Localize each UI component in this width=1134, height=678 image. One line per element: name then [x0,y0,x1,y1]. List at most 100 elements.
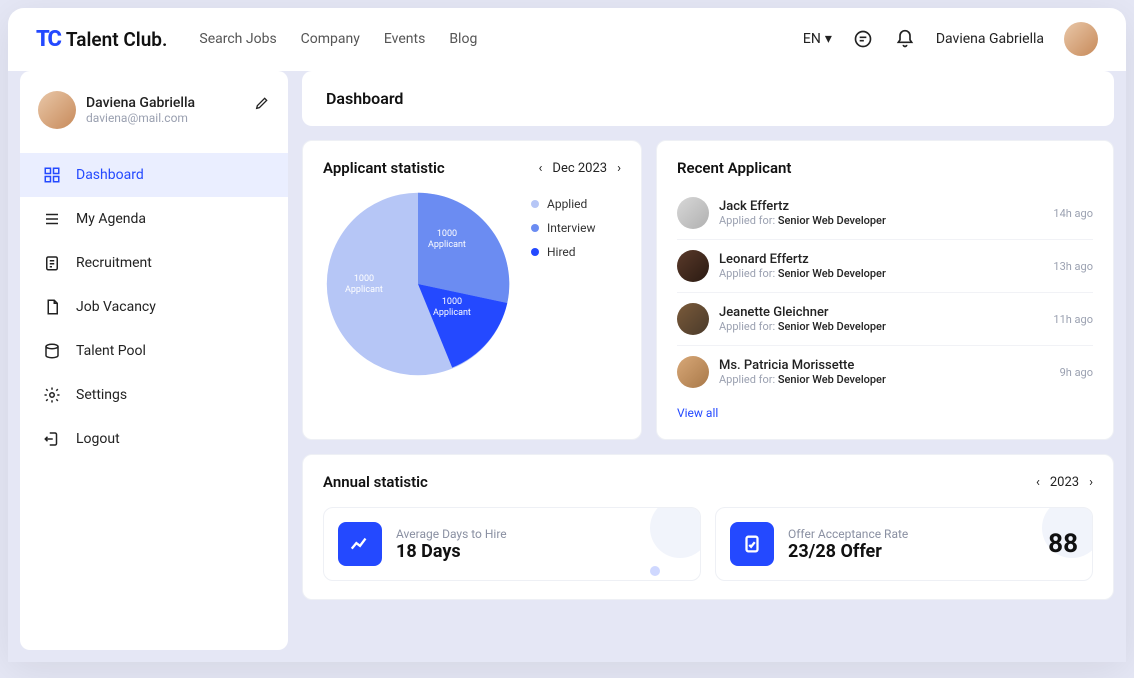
sidebar-item-label: Logout [76,431,120,447]
chevron-right-icon[interactable]: › [617,161,621,176]
header-avatar[interactable] [1064,22,1098,56]
page-title: Dashboard [302,71,1114,126]
clipboard-check-icon [730,522,774,566]
nav-blog[interactable]: Blog [449,31,477,47]
applicant-name: Jeanette Gleichner [719,305,886,320]
applicant-avatar [677,356,709,388]
sidebar-item-agenda[interactable]: My Agenda [20,197,288,241]
applied-for-label: Applied for: [719,320,778,333]
pie-hired-word: Applicant [433,308,471,319]
sidebar-item-logout[interactable]: Logout [20,417,288,461]
metric-label: Offer Acceptance Rate [788,527,908,541]
applicant-time: 9h ago [1060,366,1093,379]
applicant-avatar [677,303,709,335]
top-navigation: Search Jobs Company Events Blog [199,31,477,47]
recent-item[interactable]: Jeanette Gleichner Applied for: Senior W… [677,293,1093,346]
gear-icon [42,385,62,405]
recent-item[interactable]: Ms. Patricia Morissette Applied for: Sen… [677,346,1093,398]
recent-title: Recent Applicant [677,159,1093,177]
legend-applied: Applied [547,197,587,211]
chevron-down-icon: ▾ [825,31,832,47]
nav-search-jobs[interactable]: Search Jobs [199,31,276,47]
pie-interview-word: Applicant [428,240,466,251]
applied-for-label: Applied for: [719,267,778,280]
metric-big-number: 88 [1048,529,1078,559]
nav-events[interactable]: Events [384,31,425,47]
main-content: Dashboard Applicant statistic ‹ Dec 2023… [302,71,1114,650]
applicant-name: Leonard Effertz [719,252,886,267]
applicant-avatar [677,250,709,282]
clipboard-icon [42,253,62,273]
recent-applicant-list: Jack Effertz Applied for: Senior Web Dev… [677,187,1093,398]
sidebar-item-label: Talent Pool [76,343,146,359]
brand-name: Talent Club. [66,28,168,51]
bell-icon[interactable] [894,28,916,50]
chevron-left-icon[interactable]: ‹ [539,161,543,176]
period-label: Dec 2023 [552,161,607,176]
profile-email: daviena@mail.com [86,111,195,125]
sidebar-item-label: Settings [76,387,127,403]
sidebar-item-label: Recruitment [76,255,152,271]
trend-icon [338,522,382,566]
period-navigator: ‹ Dec 2023 › [539,161,622,176]
chat-icon[interactable] [852,28,874,50]
year-label: 2023 [1050,475,1079,490]
sidebar-item-dashboard[interactable]: Dashboard [20,153,288,197]
grid-icon [42,165,62,185]
applicant-time: 13h ago [1053,260,1093,273]
sidebar-profile: Daviena Gabriella daviena@mail.com [20,85,288,147]
sidebar-nav: Dashboard My Agenda Recruitment Job Vaca… [20,153,288,461]
pie-hired-count: 1000 [433,297,471,308]
database-icon [42,341,62,361]
sidebar-item-settings[interactable]: Settings [20,373,288,417]
year-navigator: ‹ 2023 › [1036,475,1093,490]
applicant-avatar [677,197,709,229]
sidebar-item-recruitment[interactable]: Recruitment [20,241,288,285]
legend-dot-interview [531,224,539,232]
legend-dot-applied [531,200,539,208]
profile-name: Daviena Gabriella [86,95,195,111]
applied-for-label: Applied for: [719,214,778,227]
chevron-right-icon[interactable]: › [1089,475,1093,490]
pie-interview-count: 1000 [428,229,466,240]
applicant-position: Senior Web Developer [778,320,886,333]
sidebar-item-job-vacancy[interactable]: Job Vacancy [20,285,288,329]
sidebar: Daviena Gabriella daviena@mail.com Dashb… [20,71,288,650]
applicant-position: Senior Web Developer [778,373,886,386]
pie-applied-word: Applicant [345,285,383,296]
edit-profile-icon[interactable] [254,95,270,111]
logo-mark-icon: TC [36,27,60,52]
brand-logo[interactable]: TC Talent Club. [36,27,167,52]
sidebar-item-label: My Agenda [76,211,146,227]
pie-applied-count: 1000 [345,274,383,285]
language-label: EN [803,31,821,47]
language-selector[interactable]: EN ▾ [803,31,832,47]
applicant-position: Senior Web Developer [778,267,886,280]
list-icon [42,209,62,229]
applicant-name: Jack Effertz [719,199,886,214]
decoration-circle [650,507,701,558]
nav-company[interactable]: Company [301,31,360,47]
metric-value: 18 Days [396,541,507,562]
sidebar-item-label: Dashboard [76,167,144,183]
decoration-dot [650,566,660,576]
topbar: TC Talent Club. Search Jobs Company Even… [8,8,1126,71]
recent-item[interactable]: Jack Effertz Applied for: Senior Web Dev… [677,187,1093,240]
document-icon [42,297,62,317]
sidebar-item-talent-pool[interactable]: Talent Pool [20,329,288,373]
header-username: Daviena Gabriella [936,31,1044,47]
chevron-left-icon[interactable]: ‹ [1036,475,1040,490]
applicant-name: Ms. Patricia Morissette [719,358,886,373]
metric-offer-acceptance: Offer Acceptance Rate 23/28 Offer 88 [715,507,1093,581]
recent-item[interactable]: Leonard Effertz Applied for: Senior Web … [677,240,1093,293]
pie-legend: Applied Interview Hired [531,197,595,379]
applicant-time: 11h ago [1053,313,1093,326]
legend-hired: Hired [547,245,576,259]
applicant-pie-chart: 1000 Applicant 1000 Applicant 1000 Appli… [323,189,513,379]
annual-statistic-card: Annual statistic ‹ 2023 › [302,454,1114,600]
metric-label: Average Days to Hire [396,527,507,541]
metric-value: 23/28 Offer [788,541,908,562]
profile-avatar [38,91,76,129]
view-all-link[interactable]: View all [677,406,718,420]
legend-interview: Interview [547,221,595,235]
